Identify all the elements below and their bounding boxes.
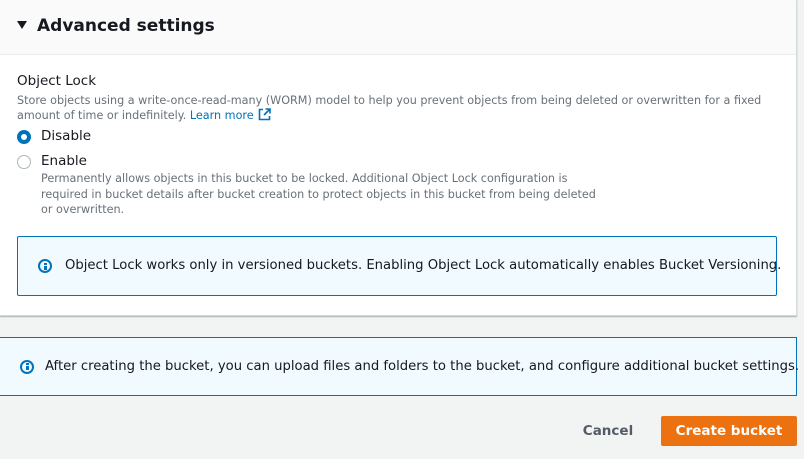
radio-disable[interactable] (17, 130, 31, 144)
info-icon (38, 259, 52, 273)
post-create-alert-text: After creating the bucket, you can uploa… (45, 358, 800, 374)
section-title[interactable]: Advanced settings (37, 13, 215, 39)
cancel-button[interactable]: Cancel (572, 416, 644, 446)
external-link-icon (258, 108, 271, 121)
object-lock-description-text: Store objects using a write-once-read-ma… (17, 94, 762, 122)
radio-enable[interactable] (17, 155, 31, 169)
learn-more-link[interactable]: Learn more (189, 108, 271, 122)
create-bucket-button[interactable]: Create bucket (661, 416, 797, 446)
radio-disable-label[interactable]: Disable (41, 127, 91, 145)
learn-more-label: Learn more (189, 109, 254, 122)
radio-enable-label[interactable]: Enable (41, 152, 87, 170)
object-lock-info-alert: Object Lock works only in versioned buck… (17, 236, 781, 296)
object-lock-description: Store objects using a write-once-read-ma… (17, 93, 777, 123)
object-lock-alert-text: Object Lock works only in versioned buck… (65, 258, 782, 273)
advanced-settings-header[interactable]: Advanced settings (0, 0, 796, 55)
advanced-settings-panel: Advanced settings Object Lock Store obje… (0, 0, 797, 316)
object-lock-label: Object Lock (17, 73, 97, 89)
info-icon (20, 359, 34, 374)
radio-enable-description: Permanently allows objects in this bucke… (41, 172, 596, 216)
caret-down-icon[interactable] (17, 21, 27, 29)
post-create-info-alert: After creating the bucket, you can uploa… (0, 337, 800, 396)
